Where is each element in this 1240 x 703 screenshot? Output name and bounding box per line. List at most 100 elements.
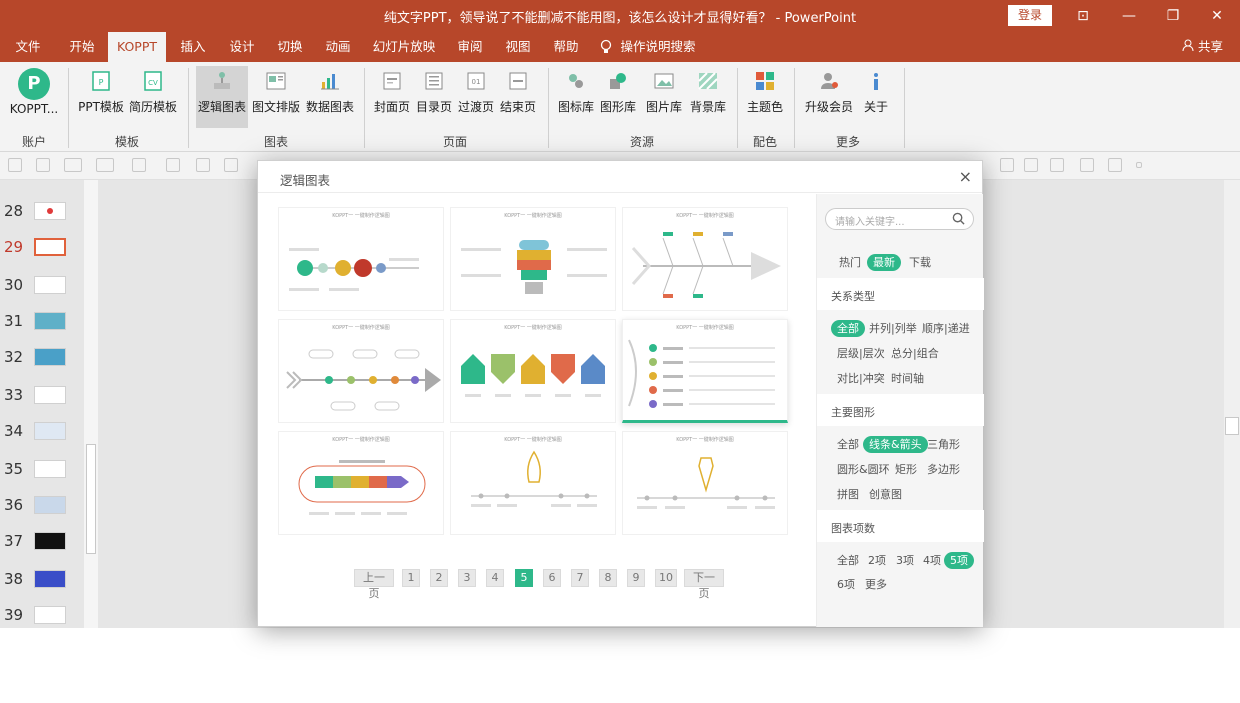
relation-sequence[interactable]: 顺序|递进	[916, 320, 976, 337]
about-button[interactable]: 关于	[858, 66, 894, 128]
template-card[interactable]: KOPPT一 一键制作逻辑图	[450, 207, 616, 311]
format-icon[interactable]	[1050, 158, 1064, 172]
end-page-button[interactable]: 结束页	[498, 66, 538, 128]
slide-panel-scrollbar[interactable]	[84, 180, 98, 628]
tab-file[interactable]: 文件	[8, 32, 48, 62]
count-2[interactable]: 2项	[862, 552, 892, 569]
scrollbar-thumb[interactable]	[86, 444, 96, 554]
count-5[interactable]: 5项	[944, 552, 974, 569]
theme-color-button[interactable]: 主题色	[744, 66, 786, 128]
tab-animations[interactable]: 动画	[318, 32, 358, 62]
share-button[interactable]: 共享	[1182, 32, 1223, 62]
slide-thumbnail[interactable]: 32	[0, 344, 80, 380]
relation-all[interactable]: 全部	[831, 320, 865, 337]
shape-rectangle[interactable]: 矩形	[889, 461, 923, 478]
tab-home[interactable]: 开始	[60, 32, 104, 62]
relation-timeline[interactable]: 时间轴	[885, 370, 930, 387]
page-4-button[interactable]: 4	[486, 569, 504, 587]
koppt-account-button[interactable]: P KOPPT...	[6, 66, 62, 128]
page-8-button[interactable]: 8	[599, 569, 617, 587]
background-library-button[interactable]: 背景库	[688, 66, 728, 128]
shape-creative[interactable]: 创意图	[863, 486, 908, 503]
shape-all[interactable]: 全部	[831, 436, 865, 453]
relation-contrast[interactable]: 对比|冲突	[831, 370, 891, 387]
shape-triangle[interactable]: 三角形	[921, 436, 966, 453]
format-icon[interactable]	[1136, 162, 1142, 168]
slide-thumbnail[interactable]: 33	[0, 382, 80, 418]
format-icon[interactable]	[196, 158, 210, 172]
transition-page-button[interactable]: 01 过渡页	[456, 66, 496, 128]
shape-lines-arrows[interactable]: 线条&箭头	[863, 436, 928, 453]
page-3-button[interactable]: 3	[458, 569, 476, 587]
tab-insert[interactable]: 插入	[172, 32, 214, 62]
shape-polygon[interactable]: 多边形	[921, 461, 966, 478]
toc-page-button[interactable]: 目录页	[414, 66, 454, 128]
template-card[interactable]: KOPPT一 一键制作逻辑图	[622, 431, 788, 535]
sort-hot[interactable]: 热门	[833, 254, 867, 271]
slide-thumbnail[interactable]: 29	[0, 234, 80, 270]
template-card[interactable]: KOPPT一 一键制作逻辑图	[622, 207, 788, 311]
tab-help[interactable]: 帮助	[546, 32, 586, 62]
slide-thumbnail[interactable]: 31	[0, 308, 80, 344]
count-6[interactable]: 6项	[831, 576, 861, 593]
prev-page-button[interactable]: 上一页	[354, 569, 394, 600]
close-icon[interactable]: ×	[959, 167, 972, 186]
relation-composition[interactable]: 总分|组合	[885, 345, 945, 362]
count-more[interactable]: 更多	[859, 576, 893, 593]
upgrade-member-button[interactable]: 升级会员	[802, 66, 856, 128]
textbox-icon[interactable]	[64, 158, 82, 172]
format-icon[interactable]	[166, 158, 180, 172]
search-input[interactable]: 请输入关键字...	[825, 208, 974, 230]
template-card[interactable]: KOPPT一 一键制作逻辑图	[278, 431, 444, 535]
ppt-template-button[interactable]: P PPT模板	[76, 66, 126, 128]
canvas-scrollbar[interactable]	[1224, 180, 1240, 628]
tab-view[interactable]: 视图	[498, 32, 538, 62]
tab-review[interactable]: 审阅	[450, 32, 490, 62]
template-card[interactable]: KOPPT一 一键制作逻辑图	[450, 431, 616, 535]
tab-transitions[interactable]: 切换	[270, 32, 310, 62]
slide-thumbnail[interactable]: 36	[0, 492, 80, 528]
page-6-button[interactable]: 6	[543, 569, 561, 587]
template-card[interactable]: KOPPT一 一键制作逻辑图	[278, 207, 444, 311]
format-icon[interactable]	[1080, 158, 1094, 172]
slide-thumbnail[interactable]: 34	[0, 418, 80, 454]
page-1-button[interactable]: 1	[402, 569, 420, 587]
template-card[interactable]: KOPPT一 一键制作逻辑图	[450, 319, 616, 423]
page-9-button[interactable]: 9	[627, 569, 645, 587]
tab-koppt[interactable]: KOPPT	[108, 32, 166, 62]
restore-button[interactable]: ❐	[1161, 5, 1185, 27]
format-icon[interactable]	[1024, 158, 1038, 172]
tab-slideshow[interactable]: 幻灯片放映	[368, 32, 440, 62]
font-color-icon[interactable]	[132, 158, 146, 172]
text-layout-button[interactable]: 图文排版	[250, 66, 302, 128]
slide-thumbnail[interactable]: 28	[0, 198, 80, 234]
next-page-button[interactable]: 下一页	[684, 569, 724, 600]
tell-me-search[interactable]: 操作说明搜索	[618, 32, 698, 62]
format-icon[interactable]	[1000, 158, 1014, 172]
page-2-button[interactable]: 2	[430, 569, 448, 587]
sort-newest[interactable]: 最新	[867, 254, 901, 271]
scrollbar-thumb[interactable]	[1225, 417, 1239, 435]
shape-puzzle[interactable]: 拼图	[831, 486, 865, 503]
page-5-button[interactable]: 5	[515, 569, 533, 587]
count-3[interactable]: 3项	[890, 552, 920, 569]
relation-parallel[interactable]: 并列|列举	[863, 320, 923, 337]
cover-page-button[interactable]: 封面页	[372, 66, 412, 128]
search-icon[interactable]	[952, 212, 965, 225]
slide-thumbnail[interactable]: 30	[0, 272, 80, 308]
login-button[interactable]: 登录	[1008, 5, 1052, 26]
count-4[interactable]: 4项	[917, 552, 947, 569]
slide-thumbnail[interactable]: 37	[0, 528, 80, 564]
icon-library-button[interactable]: 图标库	[556, 66, 596, 128]
resume-template-button[interactable]: CV 简历模板	[128, 66, 178, 128]
logic-chart-button[interactable]: 逻辑图表	[196, 66, 248, 128]
count-all[interactable]: 全部	[831, 552, 865, 569]
template-card[interactable]: KOPPT一 一键制作逻辑图	[278, 319, 444, 423]
format-icon[interactable]	[8, 158, 22, 172]
format-icon[interactable]	[1108, 158, 1122, 172]
shape-circle-ring[interactable]: 圆形&圆环	[831, 461, 896, 478]
page-10-button[interactable]: 10	[655, 569, 677, 587]
relation-hierarchy[interactable]: 层级|层次	[831, 345, 891, 362]
tab-design[interactable]: 设计	[222, 32, 262, 62]
sort-downloads[interactable]: 下载	[903, 254, 937, 271]
